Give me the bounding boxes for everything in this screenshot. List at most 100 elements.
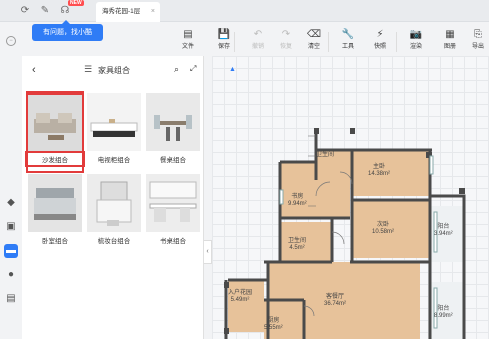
panel-collapse-handle[interactable]: ‹ (204, 240, 212, 264)
toolbar-label: 恢复 (279, 44, 292, 50)
person-icon[interactable]: ● (4, 268, 18, 282)
toolbar-label: 撤销 (251, 44, 264, 50)
furniture-thumbnail (87, 93, 141, 151)
collapse-icon[interactable]: − (6, 36, 16, 46)
room-label[interactable]: 书房 9.94m² (288, 194, 307, 208)
toolbar-lightning-button[interactable]: ⚡ 快照 (368, 28, 392, 50)
panel-header: ‹ ☰ 家具组合 ⌕ ⤢ (22, 56, 204, 86)
expand-icon[interactable]: ⤢ (190, 64, 196, 74)
refresh-icon[interactable]: ⟳ (18, 4, 32, 18)
room-label[interactable]: 主卧 14.38m² (368, 164, 390, 178)
toolbar-file-button[interactable]: ▤ 文件 (176, 28, 200, 50)
user-model-icon[interactable]: ▣ (4, 220, 18, 234)
toolbar-save-button[interactable]: 💾 保存 (212, 28, 236, 50)
redo-icon: ↷ (281, 29, 291, 40)
room-label[interactable]: 入户花园 5.49m² (228, 290, 252, 304)
furniture-thumbnail (146, 93, 200, 151)
furniture-card[interactable]: 卧室组合 (28, 174, 82, 252)
toolbar-clear-button[interactable]: ⌫ 清空 (302, 28, 326, 50)
furniture-card-label: 卧室组合 (42, 238, 68, 245)
furniture-thumbnail (26, 91, 84, 153)
document-tab-title: 海秀花园-1层 (102, 8, 141, 15)
sofa-icon[interactable]: ▬ (4, 244, 18, 258)
furniture-thumbnail (146, 174, 200, 232)
new-badge: NEW (68, 0, 84, 6)
panel-title: 家具组合 (98, 66, 130, 75)
toolbar-album-button[interactable]: ▦ 图册 (438, 28, 462, 50)
toolbar-label: 文件 (181, 44, 194, 50)
wrench-icon: 🔧 (341, 29, 355, 40)
furniture-card[interactable]: 电视柜组合 (87, 93, 141, 171)
toolbar-label: 保存 (217, 44, 230, 50)
save-icon: 💾 (217, 29, 231, 40)
room-name: 厨房 (267, 318, 280, 324)
room-name: 卫生间 (316, 152, 335, 158)
furniture-thumbnail (28, 174, 82, 232)
search-icon[interactable]: ⌕ (174, 64, 179, 75)
toolbar-label: 清空 (307, 44, 320, 50)
left-icon-strip: ◆ ▣ ▬ ● ▤ (0, 56, 22, 339)
toolbar-wrench-button[interactable]: 🔧 工具 (336, 28, 360, 50)
file-icon: ▤ (183, 29, 193, 40)
room-area: 10.58m² (372, 229, 395, 235)
document-tab[interactable]: 海秀花园-1层 × (96, 2, 160, 22)
room-name: 阳台 (437, 224, 450, 230)
toolbar-redo-button[interactable]: ↷ 恢复 (274, 28, 298, 50)
room-label[interactable]: 阳台 8.99m² (434, 306, 453, 320)
floorplan-canvas[interactable]: ▲ 卫生间 主卧 14.38m² 书房 9.94m² 次卧 10.58m² 阳台… (212, 56, 489, 339)
furniture-card-label: 餐桌组合 (160, 157, 186, 164)
help-tooltip[interactable]: 有问题，找小酷 (32, 20, 103, 41)
furniture-card-label: 梳妆台组合 (97, 238, 131, 245)
toolbar-undo-button[interactable]: ↶ 撤销 (246, 28, 270, 50)
furniture-card[interactable]: 餐桌组合 (146, 93, 200, 171)
room-area: 5.49m² (230, 297, 250, 303)
toolbar-camera-button[interactable]: 📷 渲染 (404, 28, 428, 50)
furniture-card[interactable]: 梳妆台组合 (87, 174, 141, 252)
camera-icon: 📷 (409, 29, 423, 40)
furniture-card[interactable]: 书桌组合 (146, 174, 200, 252)
room-name: 次卧 (377, 222, 390, 228)
room-area: 36.74m² (324, 301, 347, 307)
list-icon: ☰ (84, 64, 93, 74)
clear-icon: ⌫ (306, 29, 322, 40)
toolbar-separator (234, 32, 235, 52)
close-icon[interactable]: × (151, 2, 155, 22)
furniture-card[interactable]: 沙发组合 (25, 91, 85, 171)
toolbar-label: 快照 (373, 44, 386, 50)
floorplan-drawing (224, 128, 466, 339)
undo-icon: ↶ (253, 29, 263, 40)
room-name: 书房 (291, 194, 304, 200)
cube-icon[interactable]: ◆ (4, 196, 18, 210)
room-area: 8.99m² (434, 313, 453, 319)
toolbar-label: 导出 (471, 44, 484, 50)
room-name: 客餐厅 (326, 294, 345, 300)
room-name: 卫生间 (288, 238, 307, 244)
toolbar-separator (396, 32, 397, 52)
room-name: 阳台 (437, 306, 450, 312)
room-name: 入户花园 (228, 290, 253, 296)
room-area: 5.55m² (264, 325, 283, 331)
furniture-panel: ‹ ☰ 家具组合 ⌕ ⤢ 沙发组合 电视柜组合 餐桌组合卧室组合 梳妆台组合 书桌组合 (22, 56, 204, 339)
tab-bar: ⟳ ✎ ☊ NEW 海秀花园-1层 × (0, 0, 489, 22)
headset-icon[interactable]: ☊ (58, 4, 72, 18)
export-icon: ⎘ (474, 29, 482, 40)
room-area: 3.94m² (434, 231, 453, 237)
toolbar-export-button[interactable]: ⎘ 导出 (466, 28, 489, 50)
room-label[interactable]: 次卧 10.58m² (372, 222, 394, 236)
pen-icon[interactable]: ✎ (38, 4, 52, 18)
furniture-card-label: 书桌组合 (160, 238, 186, 245)
furniture-card-label: 沙发组合 (25, 151, 85, 167)
cabinet-icon[interactable]: ▤ (4, 292, 18, 306)
back-chevron-icon[interactable]: ‹ (32, 64, 36, 76)
room-area: 4.5m² (289, 245, 305, 251)
toolbar-label: 工具 (341, 44, 354, 50)
room-label[interactable]: 卫生间 4.5m² (288, 238, 306, 252)
toolbar-separator (328, 32, 329, 52)
room-label[interactable]: 客餐厅 36.74m² (324, 294, 346, 308)
room-label[interactable]: 阳台 3.94m² (434, 224, 453, 238)
lightning-icon: ⚡ (376, 29, 384, 40)
room-area: 9.94m² (288, 201, 307, 207)
toolbar-label: 渲染 (409, 44, 422, 50)
room-label[interactable]: 厨房 5.55m² (264, 318, 283, 332)
room-label[interactable]: 卫生间 (316, 152, 334, 159)
